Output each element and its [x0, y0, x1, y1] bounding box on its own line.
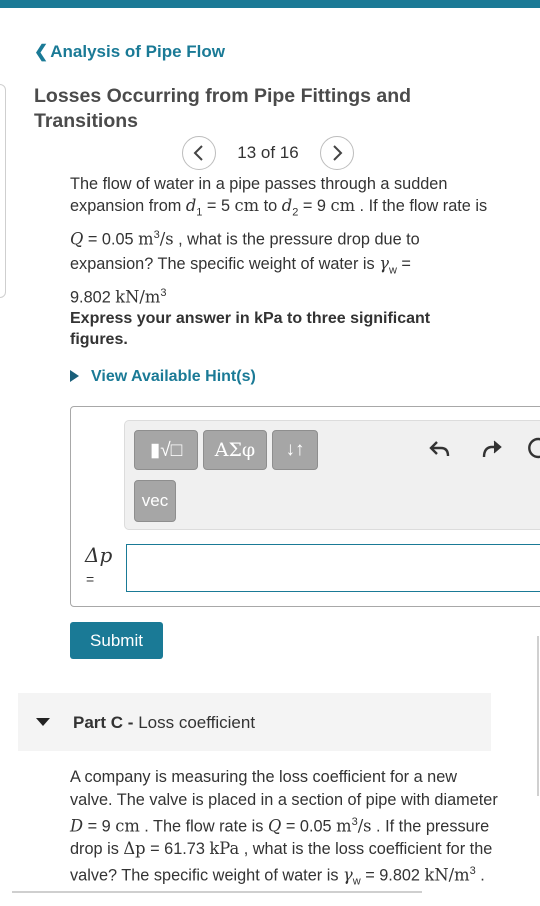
answer-equals-sign: = — [86, 571, 95, 587]
vector-button[interactable]: vec — [134, 480, 176, 522]
chevron-left-icon — [193, 145, 203, 161]
arrows-button[interactable]: ↓↑ — [272, 430, 318, 470]
chevron-left-icon: ❮ — [34, 42, 49, 61]
back-link[interactable]: ❮ Analysis of Pipe Flow — [34, 42, 225, 62]
chevron-right-icon — [333, 145, 343, 161]
redo-icon[interactable] — [481, 438, 503, 466]
part-c-problem-statement: A company is measuring the loss coeffici… — [70, 768, 498, 889]
part-c-title: Part C - Loss coefficient — [73, 713, 256, 732]
side-panel-edge — [0, 84, 6, 298]
caret-down-icon — [36, 718, 50, 726]
item-pager: 13 of 16 — [182, 135, 354, 171]
next-item-button[interactable] — [320, 136, 354, 170]
undo-icon[interactable] — [429, 438, 451, 466]
page-title: Losses Occurring from Pipe Fittings and … — [34, 85, 412, 132]
back-link-label: Analysis of Pipe Flow — [50, 42, 226, 61]
caret-right-icon — [70, 370, 79, 382]
reset-icon[interactable] — [527, 436, 540, 467]
scroll-indicator — [537, 636, 539, 796]
item-count: 13 of 16 — [237, 143, 299, 162]
view-hints-label: View Available Hint(s) — [91, 368, 256, 385]
submit-button[interactable]: Submit — [70, 622, 163, 659]
divider — [12, 891, 422, 893]
previous-item-button[interactable] — [182, 136, 216, 170]
answer-instructions: Express your answer in kPa to three sign… — [70, 310, 431, 348]
answer-variable-label: Δp — [85, 543, 113, 567]
part-c-header[interactable]: Part C - Loss coefficient — [18, 693, 491, 751]
templates-button[interactable]: ▮√□ — [134, 430, 198, 470]
top-accent-bar — [0, 0, 540, 8]
greek-symbols-button[interactable]: ΑΣφ — [203, 430, 267, 470]
problem-line-clipped: The flow of water in a pipe passes throu… — [70, 175, 448, 193]
problem-statement: The flow of water in a pipe passes throu… — [70, 175, 490, 309]
answer-input[interactable] — [126, 544, 540, 592]
view-hints-toggle[interactable]: View Available Hint(s) — [70, 368, 256, 386]
